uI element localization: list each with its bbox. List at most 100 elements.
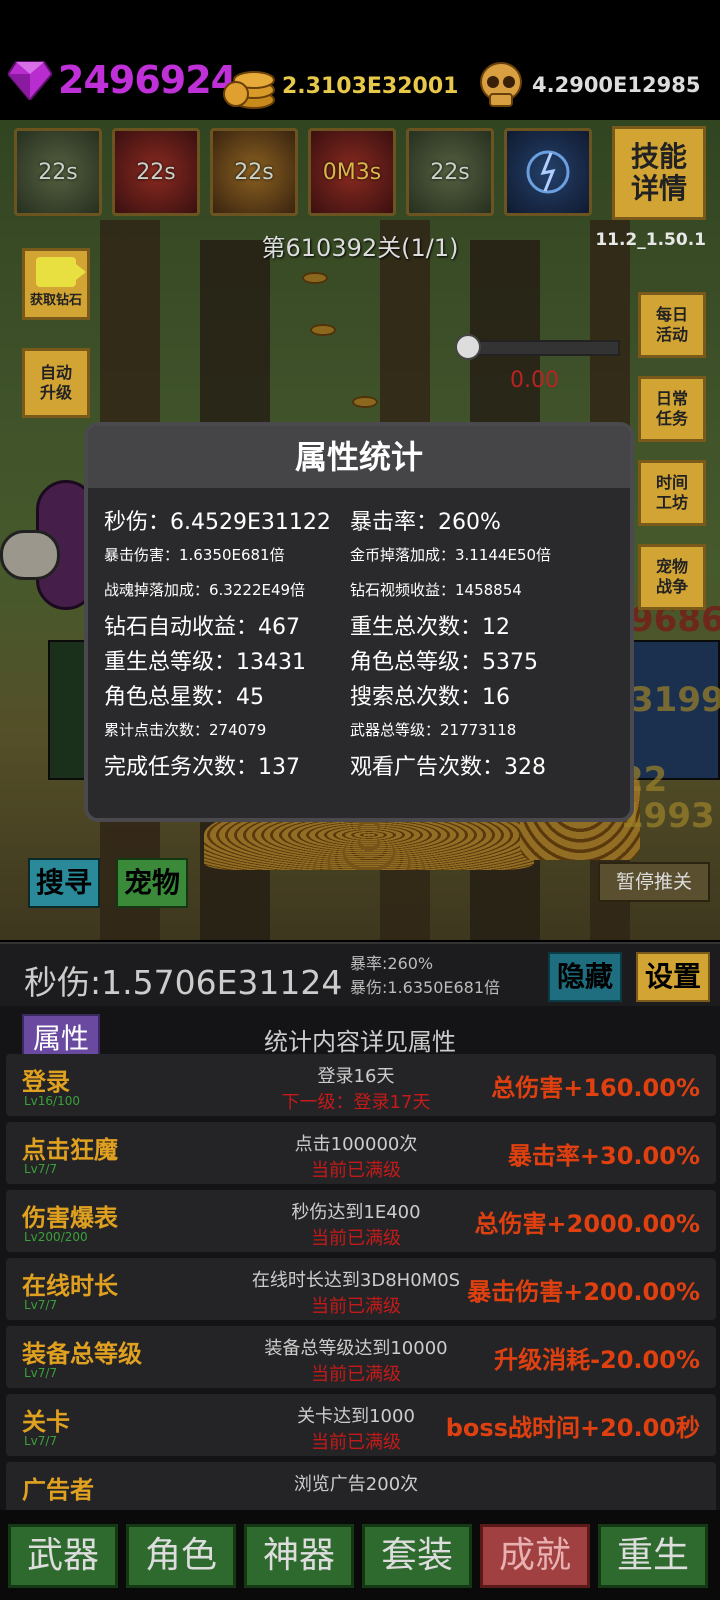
gem-icon xyxy=(8,61,52,100)
stat-row: 暴击伤害：1.6350E681倍 金币掉落加成：3.1144E50倍 xyxy=(104,537,624,572)
achievement-row[interactable]: 伤害爆表 Lv200/200 秒伤达到1E400 当前已满级 总伤害+2000.00% xyxy=(6,1190,716,1252)
nav-tab-2[interactable]: 神器 xyxy=(244,1524,354,1588)
skill-details-button[interactable]: 技能详情 xyxy=(612,126,706,220)
soul-value: 4.2900E12985 xyxy=(532,73,701,97)
skill-timer: 22s xyxy=(234,159,274,185)
get-gems-button[interactable]: 获取钻石 xyxy=(22,248,90,320)
skill-details-label: 技能详情 xyxy=(630,140,687,205)
boss-hp-value: 0.00 xyxy=(510,368,559,393)
achievement-row[interactable]: 点击狂魔 Lv7/7 点击100000次 当前已满级 暴击率+30.00% xyxy=(6,1122,716,1184)
stat-item: 暴击伤害：1.6350E681倍 xyxy=(104,546,285,564)
stat-row: 秒伤：6.4529E31122 暴击率：260% xyxy=(104,502,624,537)
stat-row: 累计点击次数：274079 武器总等级：21773118 xyxy=(104,712,624,747)
achievement-level: Lv7/7 xyxy=(24,1162,58,1176)
currency-bar: 2496924 2.3103E32001 4.2900E12985 xyxy=(0,0,720,120)
hide-button[interactable]: 隐藏 xyxy=(548,952,622,1002)
stat-item: 重生总等级：13431 xyxy=(104,649,306,675)
stat-item: 角色总等级：5375 xyxy=(350,649,538,675)
achievement-requirement: 点击100000次 xyxy=(294,1134,418,1155)
achievement-requirement: 登录16天 xyxy=(317,1066,395,1087)
achievement-bonus: 暴击率+30.00% xyxy=(507,1142,700,1170)
achievement-requirement: 浏览广告200次 xyxy=(293,1474,419,1495)
achievement-bonus: 暴击伤害+200.00% xyxy=(467,1278,700,1306)
achievement-bonus: 升级消耗-20.00% xyxy=(494,1346,700,1374)
nav-tab-3[interactable]: 套装 xyxy=(362,1524,472,1588)
daily-task-label: 日常任务 xyxy=(655,389,688,428)
stat-item: 金币掉落加成：3.1144E50倍 xyxy=(350,546,552,564)
skill-timer: 22s xyxy=(430,159,470,185)
stat-item: 搜索总次数：16 xyxy=(350,684,510,710)
stat-item: 钻石自动收益：467 xyxy=(104,614,300,640)
stats-modal: 属性统计 秒伤：6.4529E31122 暴击率：260% 暴击伤害：1.6350E… xyxy=(84,422,634,822)
achievement-row[interactable]: 在线时长 Lv7/7 在线时长达到3D8H0M0S 当前已满级 暴击伤害+200.00% xyxy=(6,1258,716,1320)
skill-slot-6[interactable] xyxy=(504,128,592,216)
nav-tab-1[interactable]: 角色 xyxy=(126,1524,236,1588)
achievement-level: Lv7/7 xyxy=(24,1298,58,1312)
stat-item: 角色总星数：45 xyxy=(104,684,264,710)
achievement-name: 点击狂魔 xyxy=(22,1136,118,1164)
skill-slot-3[interactable]: 22s xyxy=(210,128,298,216)
achievement-row[interactable]: 装备总等级 Lv7/7 装备总等级达到10000 当前已满级 升级消耗-20.00% xyxy=(6,1326,716,1388)
skill-timer: 0M3s xyxy=(322,159,382,185)
stat-item: 完成任务次数：137 xyxy=(104,754,300,780)
get-gems-label: 获取钻石 xyxy=(29,293,82,308)
dps-bar: 秒伤:1.5706E31124 暴率:260% 暴伤:1.6350E681倍 隐… xyxy=(0,942,720,1006)
pet-button[interactable]: 宠物 xyxy=(116,858,188,908)
achievement-row[interactable]: 登录 Lv16/100 登录16天 下一级：登录17天 总伤害+160.00% xyxy=(6,1054,716,1116)
achievement-bonus: 总伤害+2000.00% xyxy=(474,1210,700,1238)
stat-item: 钻石视频收益：1458854 xyxy=(350,581,522,599)
achievement-bonus: boss战时间+20.00秒 xyxy=(445,1414,700,1442)
video-icon xyxy=(36,257,86,287)
skill-bar: 22s 22s 22s 0M3s 22s xyxy=(14,128,592,216)
achievement-state: 当前已满级 xyxy=(311,1160,401,1181)
stat-item: 武器总等级：21773118 xyxy=(350,721,517,739)
stat-row: 角色总星数：45 搜索总次数：16 xyxy=(104,677,624,712)
gold-value: 2.3103E32001 xyxy=(282,73,459,99)
crit-damage: 暴伤:1.6350E681倍 xyxy=(350,978,501,997)
auto-upgrade-button[interactable]: 自动升级 xyxy=(22,348,90,418)
achievement-level: Lv200/200 xyxy=(24,1230,88,1244)
nav-tab-0[interactable]: 武器 xyxy=(8,1524,118,1588)
pet-war-button[interactable]: 宠物战争 xyxy=(638,544,706,610)
gem-value: 2496924 xyxy=(58,58,237,102)
lightning-skill-icon xyxy=(526,150,570,194)
skill-slot-2[interactable]: 22s xyxy=(112,128,200,216)
skill-slot-1[interactable]: 22s xyxy=(14,128,102,216)
achievement-name: 登录 xyxy=(22,1068,70,1096)
stat-item: 观看广告次数：328 xyxy=(350,754,546,780)
daily-task-button[interactable]: 日常任务 xyxy=(638,376,706,442)
achievement-bonus: 总伤害+160.00% xyxy=(491,1074,700,1102)
achievement-name: 在线时长 xyxy=(22,1272,118,1300)
gem-counter: 2496924 xyxy=(8,58,237,102)
pet-war-label: 宠物战争 xyxy=(655,557,688,596)
nav-tab-4[interactable]: 成就 xyxy=(480,1524,590,1588)
daily-activity-button[interactable]: 每日活动 xyxy=(638,292,706,358)
achievement-row[interactable]: 关卡 Lv7/7 关卡达到1000 当前已满级 boss战时间+20.00秒 xyxy=(6,1394,716,1456)
settings-button[interactable]: 设置 xyxy=(636,952,710,1002)
time-workshop-label: 时间工坊 xyxy=(655,473,688,512)
bottom-nav: 武器 角色 神器 套装 成就 重生 xyxy=(0,1510,720,1600)
achievement-state: 当前已满级 xyxy=(311,1228,401,1249)
stat-row: 钻石自动收益：467 重生总次数：12 xyxy=(104,607,624,642)
achievement-level: Lv7/7 xyxy=(24,1366,58,1380)
skill-slot-5[interactable]: 22s xyxy=(406,128,494,216)
achievement-row[interactable]: 广告者 浏览广告200次 xyxy=(6,1462,716,1510)
achievement-requirement: 装备总等级达到10000 xyxy=(264,1338,448,1359)
achievement-panel[interactable]: 统计内容详见属性 属性 登录 Lv16/100 登录16天 下一级：登录17天 总伤害+… xyxy=(0,1006,720,1510)
achievement-state: 下一级：登录17天 xyxy=(281,1092,431,1113)
daily-activity-label: 每日活动 xyxy=(655,305,688,344)
achievement-name: 装备总等级 xyxy=(22,1340,142,1368)
achievement-level: Lv7/7 xyxy=(24,1434,58,1448)
achievement-requirement: 秒伤达到1E400 xyxy=(291,1202,421,1223)
skill-timer: 22s xyxy=(38,159,78,185)
crit-summary: 暴率:260% 暴伤:1.6350E681倍 xyxy=(350,952,500,1000)
boss-hp-bar xyxy=(460,340,620,356)
time-workshop-button[interactable]: 时间工坊 xyxy=(638,460,706,526)
modal-title: 属性统计 xyxy=(88,426,630,488)
search-button[interactable]: 搜寻 xyxy=(28,858,100,908)
pause-progress-button[interactable]: 暂停推关 xyxy=(598,862,710,902)
skill-slot-4[interactable]: 0M3s xyxy=(308,128,396,216)
nav-tab-5[interactable]: 重生 xyxy=(598,1524,708,1588)
skull-icon xyxy=(480,62,522,107)
achievement-state: 当前已满级 xyxy=(311,1296,401,1317)
